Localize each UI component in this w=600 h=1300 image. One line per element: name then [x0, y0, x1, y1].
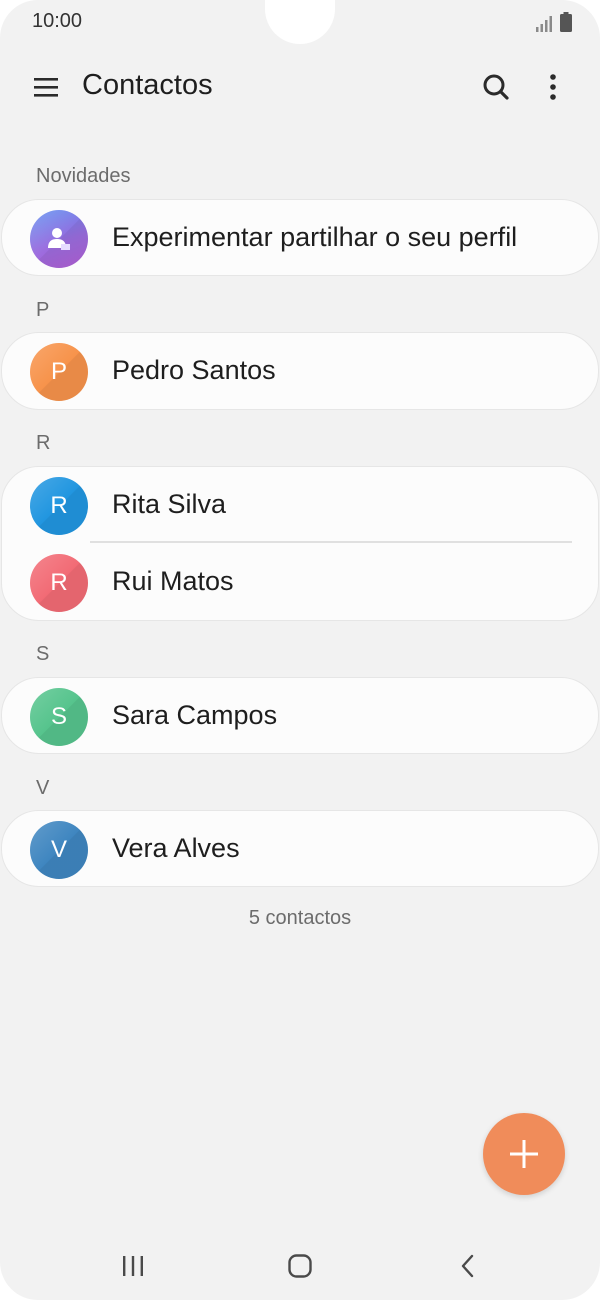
contact-row-pedro-santos[interactable]: P Pedro Santos [2, 333, 598, 410]
avatar: P [30, 343, 88, 401]
list-item-share-profile[interactable]: Experimentar partilhar o seu perfil [2, 200, 598, 277]
contacts-count: 5 contactos [248, 907, 352, 929]
section-header-s: S [36, 643, 50, 665]
search-icon[interactable] [478, 69, 514, 105]
back-icon[interactable] [448, 1250, 488, 1282]
plus-icon [510, 1140, 538, 1168]
avatar: R [30, 554, 88, 612]
app-bar: Contactos [0, 55, 600, 117]
more-options-icon[interactable] [538, 69, 568, 105]
avatar-initial: V [50, 836, 67, 863]
card-novidades: Experimentar partilhar o seu perfil [1, 199, 599, 276]
signal-icon [536, 16, 552, 32]
avatar: S [30, 688, 88, 746]
phone-screen: 10:00 Contactos Novidades Experimentar p… [0, 0, 600, 1300]
status-time: 10:00 [32, 10, 83, 32]
menu-icon[interactable] [28, 69, 64, 105]
home-icon[interactable] [280, 1250, 320, 1282]
divider [90, 541, 572, 543]
avatar: R [30, 477, 88, 535]
contact-row-rita-silva[interactable]: R Rita Silva [2, 467, 598, 544]
recents-icon[interactable] [113, 1250, 153, 1282]
status-icons [536, 12, 572, 32]
contact-name: Rui Matos [112, 566, 234, 596]
camera-notch [265, 0, 335, 44]
status-bar: 10:00 [0, 0, 600, 44]
navigation-bar [0, 1240, 600, 1292]
card-r: R Rita Silva R Rui Matos [1, 466, 599, 621]
section-header-novidades: Novidades [36, 165, 131, 187]
card-p: P Pedro Santos [1, 332, 599, 410]
contact-row-sara-campos[interactable]: S Sara Campos [2, 678, 598, 755]
avatar-initial: R [50, 492, 68, 519]
battery-icon [560, 12, 572, 32]
contact-name: Rita Silva [112, 489, 227, 519]
section-header-r: R [36, 432, 51, 454]
avatar-initial: R [50, 569, 68, 596]
card-s: S Sara Campos [1, 677, 599, 754]
section-header-p: P [36, 299, 50, 321]
avatar [30, 210, 88, 268]
page-title: Contactos [82, 69, 213, 101]
profile-share-icon [48, 228, 70, 250]
contact-name: Pedro Santos [112, 355, 276, 385]
contact-name: Sara Campos [112, 700, 278, 730]
avatar-initial: S [50, 703, 67, 730]
contact-row-vera-alves[interactable]: V Vera Alves [2, 811, 598, 888]
section-header-v: V [36, 777, 50, 799]
contact-row-rui-matos[interactable]: R Rui Matos [2, 544, 598, 621]
avatar: V [30, 821, 88, 879]
avatar-initial: P [50, 358, 67, 385]
add-contact-button[interactable] [483, 1113, 565, 1195]
list-item-label: Experimentar partilhar o seu perfil [112, 222, 518, 252]
contact-name: Vera Alves [112, 833, 240, 863]
card-v: V Vera Alves [1, 810, 599, 887]
